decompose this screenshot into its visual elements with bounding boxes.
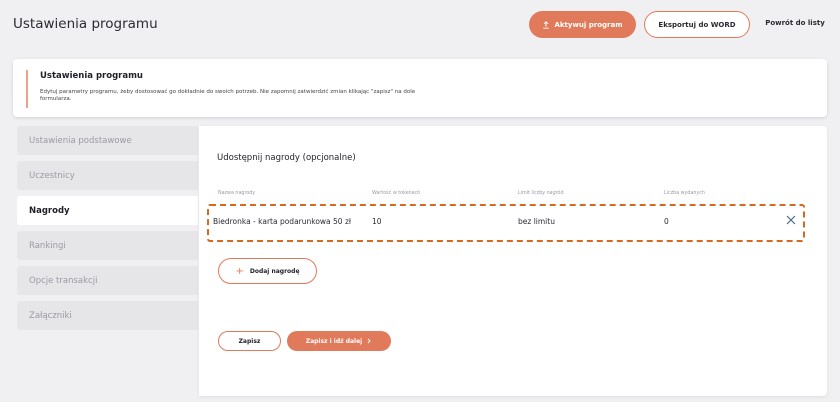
reward-limit: bez limitu — [518, 217, 555, 226]
back-to-list-link[interactable]: Powrót do listy — [760, 19, 830, 27]
add-reward-button[interactable]: + Dodaj nagrodę — [218, 258, 317, 284]
sidebar-item-attachments[interactable]: Załączniki — [17, 301, 198, 330]
activate-program-label: Aktywuj program — [554, 20, 623, 29]
sidebar: Ustawienia podstawowe Uczestnicy Nagrody… — [17, 126, 198, 336]
reward-name: Biedronka - karta podarunkowa 50 zł — [213, 217, 352, 226]
reward-issued: 0 — [664, 217, 669, 226]
save-and-continue-button[interactable]: Zapisz i idź dalej — [287, 331, 391, 351]
column-header-name: Nazwa nagrody — [218, 191, 256, 196]
column-header-value: Wartość w tokenach — [372, 191, 421, 196]
sidebar-item-basic-settings[interactable]: Ustawienia podstawowe — [17, 126, 198, 155]
info-title: Ustawienia programu — [40, 71, 143, 81]
add-reward-label: Dodaj nagrodę — [249, 267, 300, 275]
chevron-right-icon — [367, 338, 371, 344]
save-button[interactable]: Zapisz — [218, 331, 281, 351]
page-title: Ustawienia programu — [13, 16, 158, 32]
info-description: Edytuj parametry programu, żeby dostosow… — [40, 89, 416, 102]
activate-program-button[interactable]: Aktywuj program — [529, 11, 636, 38]
column-header-limit: Limit liczby nagród — [518, 191, 564, 196]
export-word-button[interactable]: Eksportuj do WORD — [644, 11, 750, 38]
save-and-continue-label: Zapisz i idź dalej — [305, 337, 363, 345]
reward-value: 10 — [372, 217, 382, 226]
sidebar-item-rewards[interactable]: Nagrody — [17, 196, 198, 225]
sidebar-item-participants[interactable]: Uczestnicy — [17, 161, 198, 190]
column-header-issued: Liczba wydanych — [664, 191, 705, 196]
plus-icon: + — [235, 265, 244, 277]
sidebar-item-rankings[interactable]: Rankingi — [17, 231, 198, 260]
section-title: Udostępnij nagrody (opcjonalne) — [217, 153, 356, 163]
close-icon[interactable] — [785, 214, 797, 226]
info-accent-bar — [26, 70, 28, 108]
sidebar-item-transaction-options[interactable]: Opcje transakcji — [17, 266, 198, 295]
header: Ustawienia programu Aktywuj program Eksp… — [0, 0, 840, 50]
upload-icon — [543, 20, 550, 29]
info-card — [13, 59, 827, 117]
